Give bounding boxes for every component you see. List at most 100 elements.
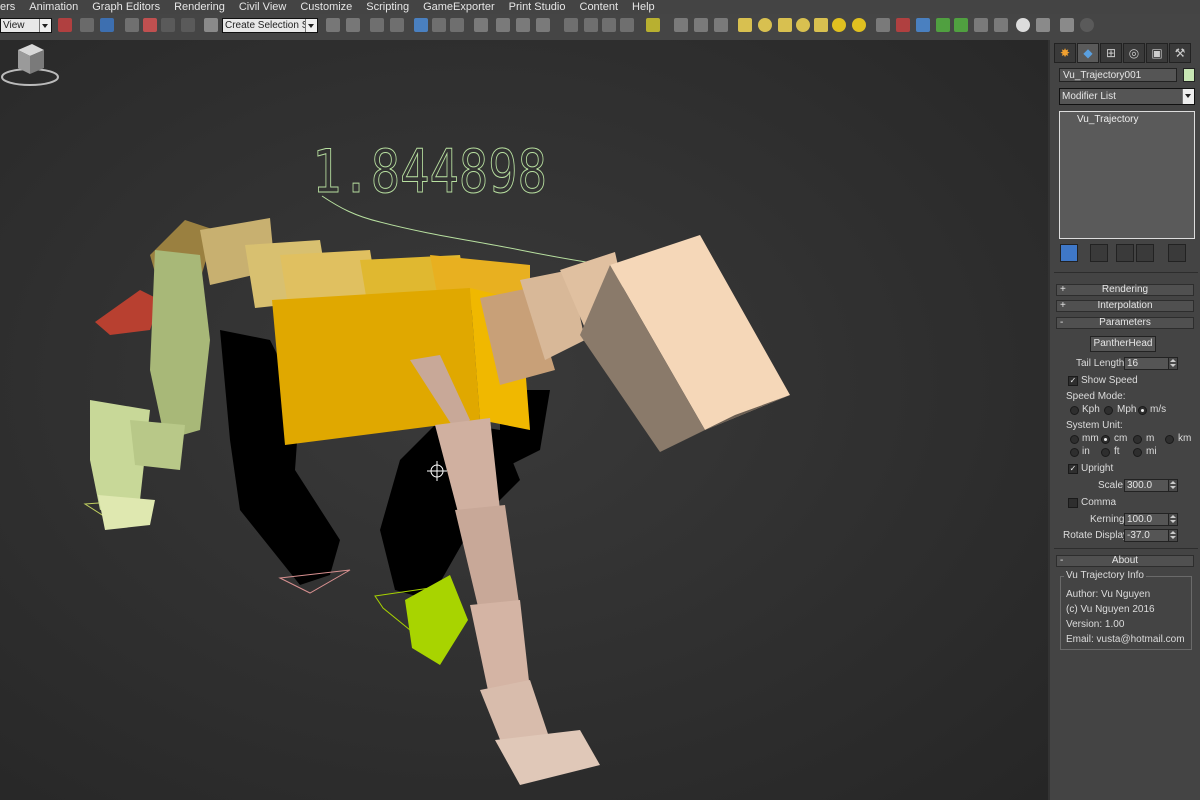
unit-km-radio[interactable] [1165, 435, 1174, 444]
edit-named-selection-icon[interactable] [204, 18, 218, 32]
rollout-about[interactable]: - About [1056, 555, 1194, 567]
object-color-swatch[interactable] [1183, 68, 1195, 82]
unit-m-radio[interactable] [1133, 435, 1142, 444]
speed-mode-kph-radio[interactable] [1070, 406, 1079, 415]
cylinder-primitive-icon[interactable] [778, 18, 792, 32]
rotate-display-spinner[interactable]: -37.0 [1124, 529, 1178, 542]
spinner-arrows-icon[interactable] [1168, 530, 1177, 541]
schematic-view-icon[interactable] [432, 18, 446, 32]
unit-mm-radio[interactable] [1070, 435, 1079, 444]
menu-item-rendering[interactable]: Rendering [167, 0, 232, 14]
speed-mode-ms-radio[interactable] [1138, 406, 1147, 415]
grid-icon[interactable] [1036, 18, 1050, 32]
angle-snap-icon[interactable] [143, 18, 157, 32]
perspective-viewport[interactable]: 1.844898 [0, 40, 1048, 800]
system-icon[interactable] [994, 18, 1008, 32]
rollout-rendering[interactable]: + Rendering [1056, 284, 1194, 296]
unit-in-radio[interactable] [1070, 448, 1079, 457]
toggle-panel-icon[interactable] [1060, 18, 1074, 32]
trackview-icon[interactable] [584, 18, 598, 32]
select-manipulate-icon[interactable] [100, 18, 114, 32]
modifier-list-dropdown[interactable]: Modifier List [1059, 88, 1195, 105]
spinner-arrows-icon[interactable] [1168, 514, 1177, 525]
dopesheet-icon[interactable] [602, 18, 616, 32]
make-unique-button[interactable] [1116, 244, 1134, 262]
configure-modifier-sets-button[interactable] [1168, 244, 1186, 262]
spinner-arrows-icon[interactable] [1168, 358, 1177, 369]
comma-checkbox[interactable] [1068, 498, 1078, 508]
spinner-snap-icon[interactable] [181, 18, 195, 32]
plant-icon[interactable] [936, 18, 950, 32]
unit-mi-radio[interactable] [1133, 448, 1142, 457]
show-end-result-button[interactable] [1090, 244, 1108, 262]
help-icon[interactable] [1080, 18, 1094, 32]
menu-item-scripting[interactable]: Scripting [359, 0, 416, 14]
kerning-spinner[interactable]: 100.0 [1124, 513, 1178, 526]
rollout-parameters[interactable]: - Parameters [1056, 317, 1194, 329]
tab-hierarchy[interactable]: ⊞ [1100, 43, 1122, 63]
menu-item-gameexporter[interactable]: GameExporter [416, 0, 502, 14]
menu-item-content[interactable]: Content [573, 0, 626, 14]
remove-modifier-button[interactable] [1136, 244, 1154, 262]
render-setup-icon[interactable] [474, 18, 488, 32]
viewcube-icon[interactable] [0, 40, 60, 90]
rendered-frame-icon[interactable] [496, 18, 510, 32]
menu-item-animation[interactable]: Animation [22, 0, 85, 14]
light-omni-icon[interactable] [832, 18, 846, 32]
helper-icon[interactable] [916, 18, 930, 32]
bone-icon[interactable] [896, 18, 910, 32]
material-sphere-icon[interactable] [1016, 18, 1030, 32]
show-speed-checkbox[interactable]: ✓ [1068, 376, 1078, 386]
scale-spinner[interactable]: 300.0 [1124, 479, 1178, 492]
mirror-icon[interactable] [326, 18, 340, 32]
tree-icon[interactable] [954, 18, 968, 32]
menu-item-customize[interactable]: Customize [293, 0, 359, 14]
move-icon[interactable] [80, 18, 94, 32]
unit-ft-radio[interactable] [1101, 448, 1110, 457]
ribbon-icon[interactable] [390, 18, 404, 32]
render-icon[interactable] [516, 18, 530, 32]
batch-render-icon[interactable] [620, 18, 634, 32]
object-name-field[interactable]: Vu_Trajectory001 [1059, 68, 1177, 82]
space-warp-icon[interactable] [974, 18, 988, 32]
rollout-interpolation[interactable]: + Interpolation [1056, 300, 1194, 312]
tail-length-spinner[interactable]: 16 [1124, 357, 1178, 370]
menu-item-help[interactable]: Help [625, 0, 662, 14]
tab-motion[interactable]: ◎ [1123, 43, 1145, 63]
menu-item-rendering-partial[interactable]: ers [0, 0, 22, 14]
box-primitive-icon[interactable] [738, 18, 752, 32]
align-icon[interactable] [346, 18, 360, 32]
pin-stack-button[interactable] [1060, 244, 1078, 262]
pivot-icon[interactable] [58, 18, 72, 32]
lightbulb-icon[interactable] [646, 18, 660, 32]
taper-icon[interactable] [714, 18, 728, 32]
tab-utilities[interactable]: ⚒ [1169, 43, 1191, 63]
unit-cm-radio[interactable] [1101, 435, 1110, 444]
light-sun-icon[interactable] [852, 18, 866, 32]
speed-mode-mph-radio[interactable] [1104, 406, 1113, 415]
tab-display[interactable]: ▣ [1146, 43, 1168, 63]
percent-snap-icon[interactable] [161, 18, 175, 32]
cone-primitive-icon[interactable] [814, 18, 828, 32]
curve-editor-icon[interactable] [414, 18, 428, 32]
layer-manager-icon[interactable] [370, 18, 384, 32]
named-selection-set-dropdown[interactable]: Create Selection Se [222, 18, 318, 33]
tab-create[interactable]: ✸ [1054, 43, 1076, 63]
bend-icon[interactable] [694, 18, 708, 32]
pick-target-button[interactable]: PantherHead [1090, 336, 1156, 352]
stack-item-vu-trajectory[interactable]: Vu_Trajectory [1077, 114, 1139, 125]
upright-checkbox[interactable]: ✓ [1068, 464, 1078, 474]
twist-icon[interactable] [674, 18, 688, 32]
reference-coordinate-dropdown[interactable]: View [0, 18, 52, 33]
torus-primitive-icon[interactable] [796, 18, 810, 32]
menu-item-civil-view[interactable]: Civil View [232, 0, 293, 14]
teapot-icon[interactable] [536, 18, 550, 32]
menu-item-print-studio[interactable]: Print Studio [502, 0, 573, 14]
tab-modify[interactable]: ◆ [1077, 43, 1099, 63]
menu-item-graph-editors[interactable]: Graph Editors [85, 0, 167, 14]
render-iterative-icon[interactable] [564, 18, 578, 32]
spinner-arrows-icon[interactable] [1168, 480, 1177, 491]
material-editor-icon[interactable] [450, 18, 464, 32]
particle-icon[interactable] [876, 18, 890, 32]
snap-icon[interactable] [125, 18, 139, 32]
